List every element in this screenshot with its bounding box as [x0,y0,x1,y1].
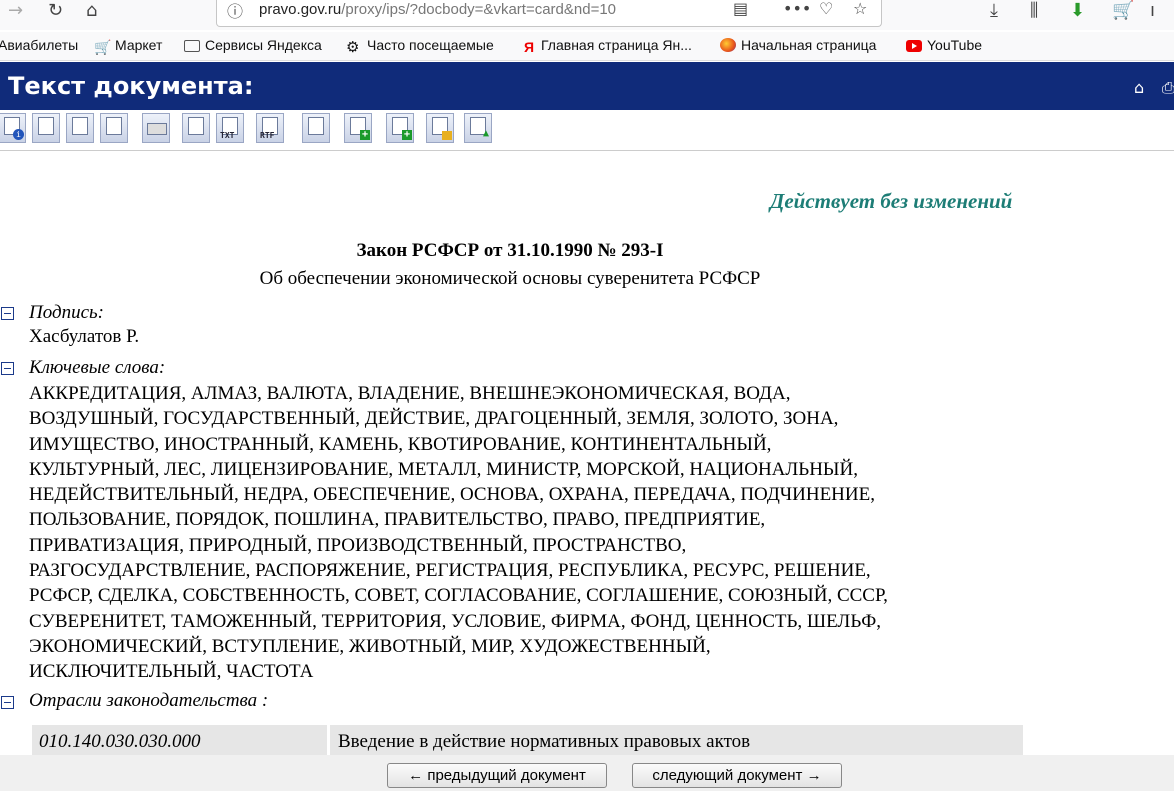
signature-value: Хасбулатов Р. [29,326,140,347]
info-icon[interactable]: ⓘ [227,0,243,22]
youtube-icon [906,40,922,52]
bookmark-yandex-services[interactable]: Сервисы Яндекса [184,37,322,53]
rtf-label: RTF [260,131,275,140]
lock-document-icon[interactable] [426,113,454,143]
keywords-line: РАЗГОСУДАРСТВЛЕНИЕ, РАСПОРЯЖЕНИЕ, РЕГИСТ… [29,560,871,582]
reader-view-icon[interactable]: ▤ [733,0,748,18]
browser-toolbar: → ↻ ⌂ ⓘ pravo.gov.ru/proxy/ips/?docbody=… [0,0,1174,30]
keywords-line: ИСКЛЮЧИТЕЛЬНЫЙ, ЧАСТОТА [29,661,314,683]
page-actions-icon[interactable]: ••• [783,0,811,18]
document-subtitle: Об обеспечении экономической основы суве… [259,268,761,289]
keywords-line: ИМУЩЕСТВО, ИНОСТРАННЫЙ, КАМЕНЬ, КВОТИРОВ… [29,433,772,455]
add-bookmark-icon[interactable]: + [386,113,414,143]
table-row: 010.140.030.030.000 Введение в действие … [32,725,1023,755]
keywords-line: КУЛЬТУРНЫЙ, ЛЕС, ЛИЦЕНЗИРОВАНИЕ, МЕТАЛЛ,… [29,458,858,480]
extension-download-icon[interactable]: ⬇ [1070,0,1085,24]
keywords-list: АККРЕДИТАЦИЯ, АЛМАЗ, ВАЛЮТА, ВЛАДЕНИЕ, В… [29,381,1039,685]
page-title: Текст документа: [8,72,254,100]
bookmark-label: Сервисы Яндекса [205,37,322,53]
reload-icon[interactable]: ↻ [48,0,63,24]
document-toolbar: i TXT RTF + + ▲ [0,110,1174,151]
home-icon[interactable]: ⌂ [1134,78,1144,97]
branch-code-cell: 010.140.030.030.000 [32,725,327,755]
url-host: pravo.gov.ru [259,1,342,18]
keywords-line: СУВЕРЕНИТЕТ, ТАМОЖЕННЫЙ, ТЕРРИТОРИЯ, УСЛ… [29,610,881,632]
bookmark-frequent[interactable]: ⚙ Часто посещаемые [346,37,494,56]
yandex-icon: Я [524,39,535,55]
keywords-line: ВОЗДУШНЫЙ, ГОСУДАРСТВЕННЫЙ, ДЕЙСТВИЕ, ДР… [29,408,839,430]
bookmark-label: YouTube [927,37,983,53]
bookmark-start-page[interactable]: Начальная страница [720,37,876,53]
collapse-keywords-icon[interactable] [1,362,14,375]
previous-document-button[interactable]: ← предыдущий документ [387,763,607,788]
gear-icon: ⚙ [346,38,360,56]
next-document-button[interactable]: следующий документ → [632,763,842,788]
bookmark-label: Часто посещаемые [367,37,494,53]
document-info-icon[interactable]: i [0,113,26,143]
keywords-line: ЭКОНОМИЧЕСКИЙ, ВСТУПЛЕНИЕ, ЖИВОТНЫЙ, МИР… [29,635,711,657]
pocket-icon[interactable]: ♡ [819,0,833,18]
keywords-line: НЕДЕЙСТВИТЕЛЬНЫЙ, НЕДРА, ОБЕСПЕЧЕНИЕ, ОС… [29,484,875,506]
bookmark-label: Начальная страница [741,37,877,53]
print-preview-icon[interactable] [182,113,210,143]
keywords-line: АККРЕДИТАЦИЯ, АЛМАЗ, ВАЛЮТА, ВЛАДЕНИЕ, В… [29,383,791,404]
bookmark-youtube[interactable]: YouTube [906,37,982,53]
keywords-line: ПОЛЬЗОВАНИЕ, ПОРЯДОК, ПОШЛИНА, ПРАВИТЕЛЬ… [29,509,766,531]
save-rtf-icon[interactable]: RTF [256,113,284,143]
document-title: Закон РСФСР от 31.10.1990 № 293-I [356,240,664,261]
status-text: Действует без изменений [770,189,1013,213]
url-bar[interactable]: ⓘ pravo.gov.ru/proxy/ips/?docbody=&vkart… [216,0,882,27]
bottom-navigation: ← предыдущий документ следующий документ… [0,755,1174,791]
search-in-document-icon[interactable] [302,113,330,143]
document-link-icon[interactable] [66,113,94,143]
print-document-icon[interactable] [142,113,170,143]
add-to-selection-icon[interactable]: + [344,113,372,143]
url-path: /proxy/ips/?docbody=&vkart=card&nd=10 [341,1,617,18]
bookmarks-bar: Авиабилеты 🛒 Маркет Сервисы Яндекса ⚙ Част… [0,32,1174,61]
txt-label: TXT [220,131,235,140]
downloads-icon[interactable]: ⤓ [990,0,998,24]
collapse-branches-icon[interactable] [1,696,14,709]
branches-label: Отрасли законодательства : [29,690,269,711]
menu-icon[interactable]: ı [1150,0,1155,24]
keywords-label: Ключевые слова: [29,357,166,378]
document-copy-icon[interactable] [100,113,128,143]
bookmark-yandex-home[interactable]: Я Главная страница Ян... [524,37,692,55]
cart-icon: 🛒 [94,40,112,56]
keywords-line: РСФСР, СДЕЛКА, СОБСТВЕННОСТЬ, СОВЕТ, СОГ… [29,585,888,607]
bookmark-label: Авиабилеты [0,37,79,53]
bookmark-label: Главная страница Ян... [541,37,692,53]
collapse-signature-icon[interactable] [1,307,14,320]
signature-label: Подпись: [29,302,104,323]
firefox-icon [720,38,736,52]
branch-name-cell: Введение в действие нормативных правовых… [330,725,1023,755]
library-icon[interactable]: ⫼ [1030,0,1038,24]
folder-icon [184,40,200,52]
url-text[interactable]: pravo.gov.ru/proxy/ips/?docbody=&vkart=c… [259,1,713,18]
document-list-icon[interactable] [32,113,60,143]
export-document-icon[interactable]: ▲ [464,113,492,143]
cart-extension-icon[interactable]: 🛒 [1112,0,1134,24]
save-txt-icon[interactable]: TXT [216,113,244,143]
bookmark-aviabilety[interactable]: Авиабилеты [0,37,78,53]
bookmark-label: Маркет [115,37,163,53]
bookmark-star-icon[interactable]: ☆ [853,0,867,18]
home-icon[interactable]: ⌂ [86,0,97,24]
bookmark-market[interactable]: 🛒 Маркет [94,37,163,56]
document-header: Текст документа: ⌂ ⎙ [0,62,1174,110]
back-arrow-icon[interactable]: → [8,0,23,24]
keywords-line: ПРИВАТИЗАЦИЯ, ПРИРОДНЫЙ, ПРОИЗВОДСТВЕННЫ… [29,534,687,556]
print-icon[interactable]: ⎙ [1162,78,1174,98]
